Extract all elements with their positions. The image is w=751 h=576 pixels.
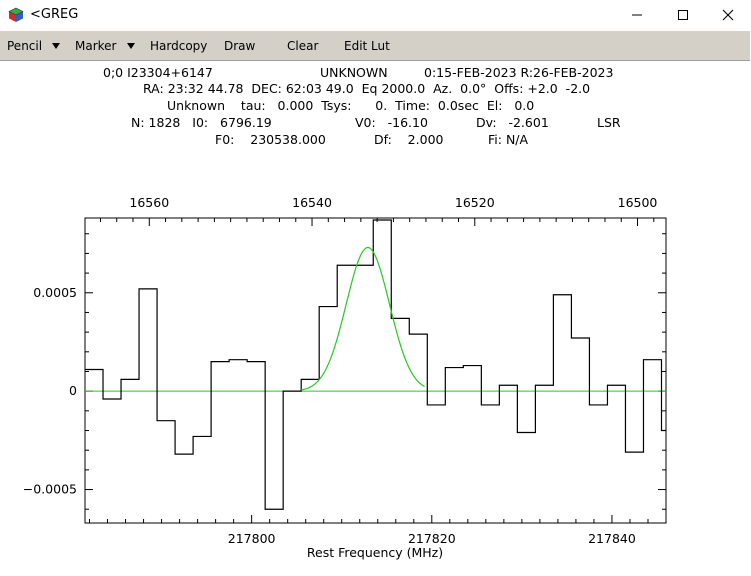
y-tick-label: 0.0005: [33, 285, 77, 300]
top-tick-label: 16560: [129, 195, 169, 210]
top-tick-label: 16540: [292, 195, 332, 210]
top-tick-label: 16500: [618, 195, 658, 210]
axis-tick-labels: 217800 217820 217840 16560 16540 16520 16500 −0…: [23, 195, 658, 546]
bottom-tick-label: 217840: [588, 531, 636, 546]
bottom-tick-label: 217820: [408, 531, 456, 546]
y-tick-label: −0.0005: [23, 482, 77, 497]
x-axis-label: Rest Frequency (MHz): [307, 545, 443, 560]
spectrum-histogram: [85, 219, 666, 510]
bottom-tick-label: 217800: [228, 531, 276, 546]
top-tick-label: 16520: [455, 195, 495, 210]
spectrum-plot: 217800 217820 217840 16560 16540 16520 16500 −0…: [23, 195, 667, 560]
spectrum-marks: [85, 219, 666, 510]
plot-frame: [84, 217, 667, 524]
y-tick-label: 0: [69, 383, 77, 398]
axis-ticks: [85, 218, 667, 523]
